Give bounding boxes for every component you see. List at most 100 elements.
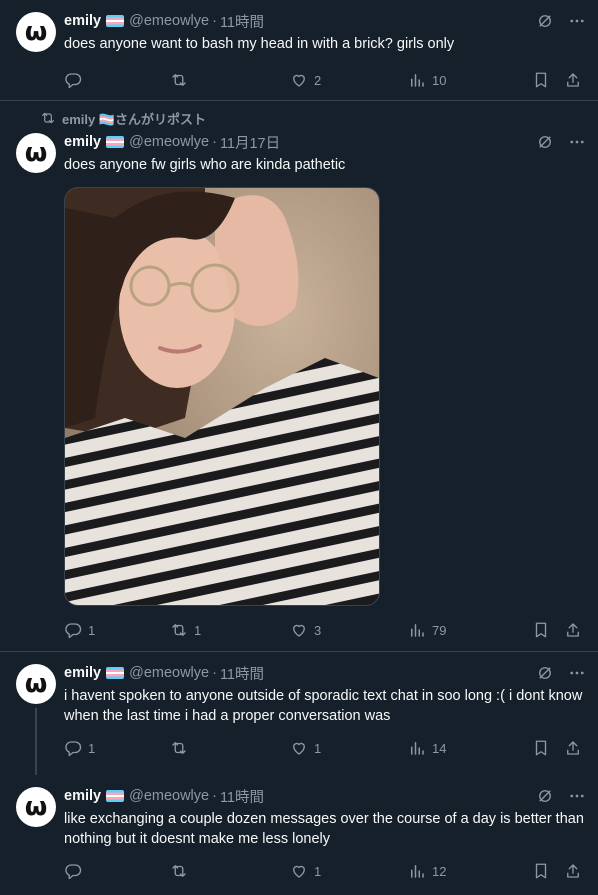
views-icon [408, 862, 426, 880]
grok-icon[interactable] [536, 133, 554, 151]
timestamp[interactable]: 11時間 [220, 663, 264, 684]
timestamp[interactable]: 11月17日 [220, 132, 280, 153]
bookmark-button[interactable] [532, 862, 564, 880]
bookmark-icon [532, 621, 550, 639]
reply-icon [64, 862, 82, 880]
reply-icon [64, 71, 82, 89]
separator: · [212, 665, 217, 681]
handle[interactable]: @emeowlye [129, 13, 209, 29]
display-name[interactable]: emily [64, 13, 101, 29]
repost-icon [40, 110, 56, 126]
bookmark-button[interactable] [532, 71, 564, 89]
tweet-header: emily @emeowlye · 11月17日 [64, 131, 586, 153]
tweet-text: does anyone want to bash my head in with… [64, 36, 455, 52]
display-name[interactable]: emily [64, 134, 101, 150]
bookmark-icon [532, 739, 550, 757]
repost-label: emily 🏳️‍⚧️さんがリポスト [62, 111, 207, 127]
more-icon[interactable] [568, 787, 586, 805]
views-button[interactable]: 79 [408, 621, 532, 639]
tweet[interactable]: ω emily @emeowlye · 11月17日 does anyone f… [0, 129, 598, 652]
grok-icon[interactable] [536, 787, 554, 805]
tweet[interactable]: ω emily @emeowlye · 11時間 like exchanging… [0, 775, 598, 895]
action-bar: 1 12 [64, 851, 586, 891]
header-actions [536, 12, 586, 30]
photo-image [65, 188, 379, 605]
bookmark-icon [532, 71, 550, 89]
timestamp[interactable]: 11時間 [220, 786, 264, 807]
header-actions [536, 787, 586, 805]
reply-button[interactable]: 1 [64, 739, 170, 757]
reply-button[interactable]: 1 [64, 621, 170, 639]
more-icon[interactable] [568, 12, 586, 30]
views-button[interactable]: 14 [408, 739, 532, 757]
header-actions [536, 664, 586, 682]
handle[interactable]: @emeowlye [129, 134, 209, 150]
like-button[interactable]: 3 [290, 621, 408, 639]
tweet-header: emily @emeowlye · 11時間 [64, 10, 586, 32]
share-icon [564, 621, 582, 639]
bookmark-button[interactable] [532, 739, 564, 757]
display-name[interactable]: emily [64, 665, 101, 681]
share-button[interactable] [564, 862, 582, 880]
trans-flag-icon [106, 790, 125, 802]
reply-icon [64, 621, 82, 639]
repost-icon [170, 862, 188, 880]
repost-indicator[interactable]: emily 🏳️‍⚧️さんがリポスト [0, 101, 598, 129]
like-button[interactable]: 1 [290, 862, 408, 880]
reply-button[interactable] [64, 71, 170, 89]
repost-icon [170, 621, 188, 639]
repost-icon [170, 739, 188, 757]
bookmark-button[interactable] [532, 621, 564, 639]
tweet-text: does anyone fw girls who are kinda pathe… [64, 157, 346, 173]
heart-icon [290, 71, 308, 89]
views-icon [408, 71, 426, 89]
share-icon [564, 862, 582, 880]
avatar[interactable]: ω [16, 133, 56, 173]
heart-icon [290, 739, 308, 757]
header-actions [536, 133, 586, 151]
tweet[interactable]: ω emily @emeowlye · 11時間 i havent spoken… [0, 652, 598, 775]
display-name[interactable]: emily [64, 788, 101, 804]
tweet[interactable]: ω emily @emeowlye · 11時間 does anyone wan… [0, 0, 598, 101]
more-icon[interactable] [568, 133, 586, 151]
handle[interactable]: @emeowlye [129, 788, 209, 804]
avatar[interactable]: ω [16, 664, 56, 704]
tweet-header: emily @emeowlye · 11時間 [64, 785, 586, 807]
like-button[interactable]: 2 [290, 71, 408, 89]
views-button[interactable]: 10 [408, 71, 532, 89]
share-button[interactable] [564, 621, 582, 639]
share-button[interactable] [564, 71, 582, 89]
separator: · [212, 134, 217, 150]
repost-button[interactable] [170, 71, 290, 89]
action-bar: 1 1 3 79 [64, 610, 586, 650]
avatar[interactable]: ω [16, 12, 56, 52]
repost-button[interactable] [170, 739, 290, 757]
repost-button[interactable] [170, 862, 290, 880]
thread-connector [35, 708, 37, 775]
views-icon [408, 739, 426, 757]
reply-button[interactable] [64, 862, 170, 880]
reply-icon [64, 739, 82, 757]
action-bar: 1 1 14 [64, 728, 586, 768]
avatar[interactable]: ω [16, 787, 56, 827]
heart-icon [290, 621, 308, 639]
grok-icon[interactable] [536, 664, 554, 682]
repost-icon [170, 71, 188, 89]
more-icon[interactable] [568, 664, 586, 682]
like-button[interactable]: 1 [290, 739, 408, 757]
timestamp[interactable]: 11時間 [220, 11, 264, 32]
share-button[interactable] [564, 739, 582, 757]
repost-button[interactable]: 1 [170, 621, 290, 639]
tweet-text: like exchanging a couple dozen messages … [64, 811, 584, 847]
handle[interactable]: @emeowlye [129, 665, 209, 681]
tweet-photo[interactable] [64, 187, 380, 606]
share-icon [564, 71, 582, 89]
trans-flag-icon [106, 667, 125, 679]
tweet-text: i havent spoken to anyone outside of spo… [64, 688, 583, 724]
trans-flag-icon [106, 15, 125, 27]
grok-icon[interactable] [536, 12, 554, 30]
share-icon [564, 739, 582, 757]
heart-icon [290, 862, 308, 880]
separator: · [212, 788, 217, 804]
views-button[interactable]: 12 [408, 862, 532, 880]
